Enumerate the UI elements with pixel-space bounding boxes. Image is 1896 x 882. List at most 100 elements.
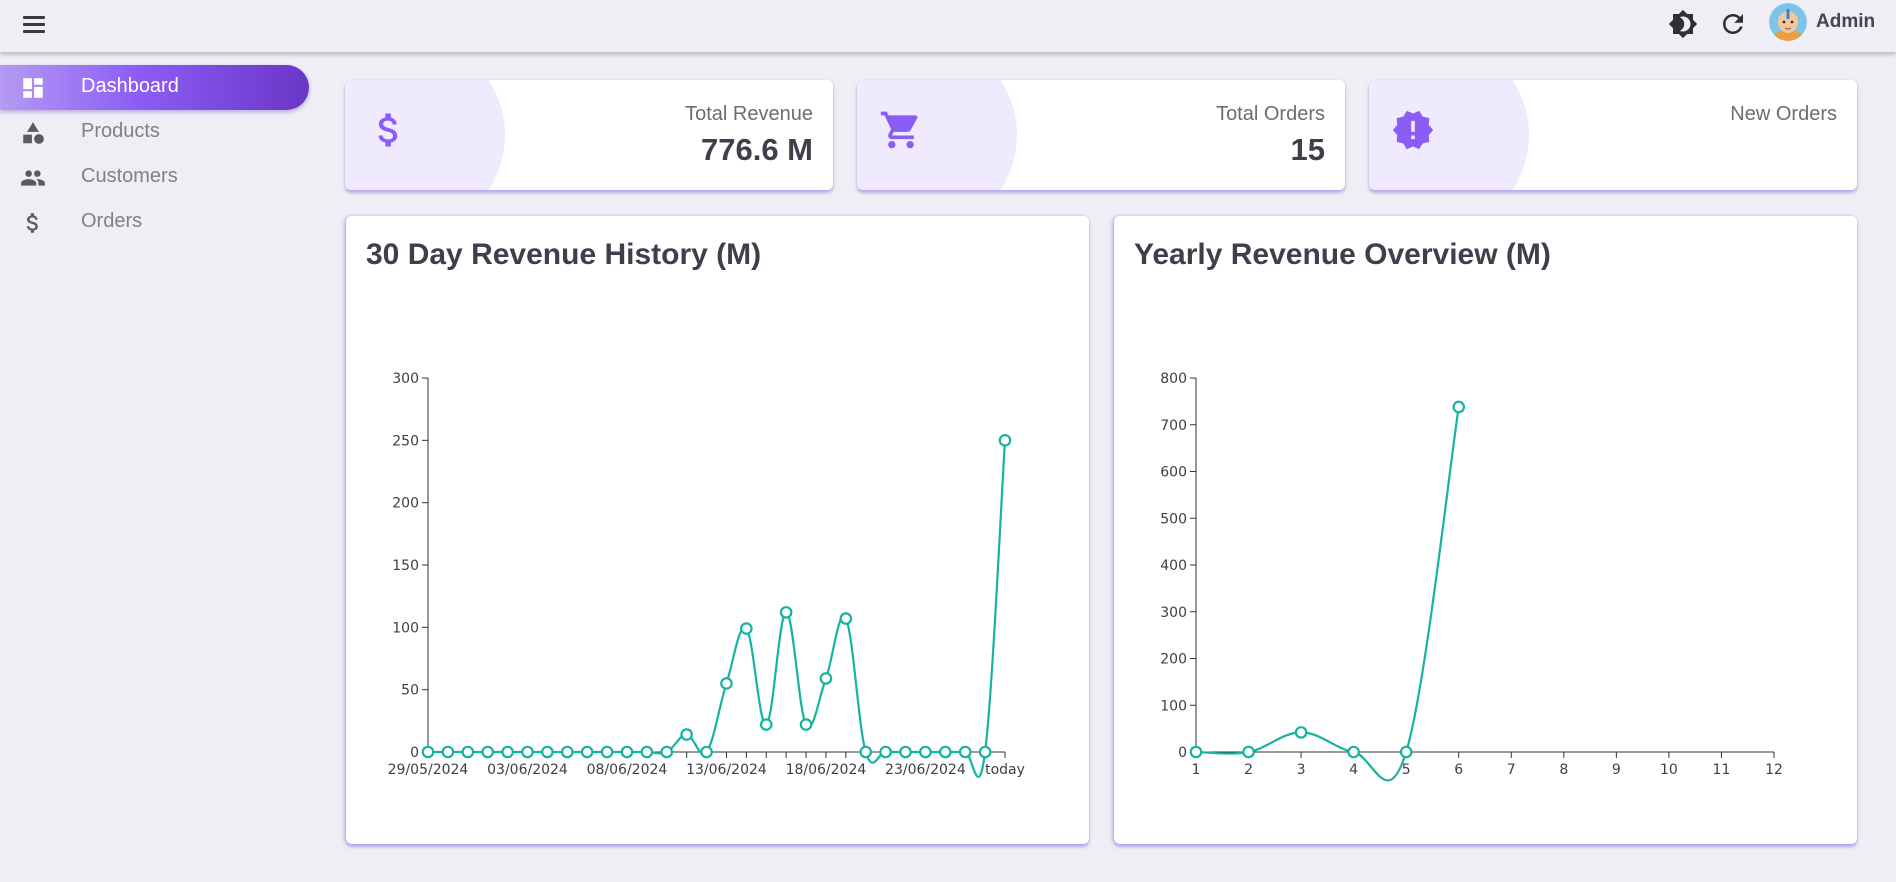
data-point [680,728,693,741]
stat-label: Total Orders [1216,103,1325,125]
stat-label: New Orders [1730,103,1837,125]
y-tick-label: 200 [1160,652,1187,668]
y-tick-label: 300 [1160,605,1187,621]
people-icon [21,170,45,186]
data-point [899,745,912,759]
x-tick-label: 1 [1192,762,1201,778]
x-tick-label: 10 [1660,762,1678,778]
data-point [1242,745,1255,759]
data-point [720,677,733,690]
shapes-icon [23,122,44,144]
data-point [700,745,713,759]
stat-value: 15 [1290,132,1325,167]
data-point [620,745,634,759]
data-point [799,718,813,731]
dashboard-icon [23,78,43,98]
y-tick-label: 200 [392,496,419,512]
x-tick-label: 03/06/2024 [487,762,568,778]
sidebar-item-label: Products [81,120,160,142]
y-tick-label: 150 [392,558,419,574]
y-tick-label: 0 [1178,745,1187,761]
data-point [859,745,873,759]
x-tick-label: 11 [1713,762,1731,778]
y-tick-label: 250 [392,433,419,449]
data-point [541,745,554,759]
y-tick-label: 400 [1160,558,1187,574]
sidebar-item-dashboard[interactable]: Dashboard [0,65,309,110]
data-point [461,745,475,759]
y-tick-label: 100 [1160,698,1187,714]
y-tick-label: 800 [1160,371,1187,387]
data-point [521,745,534,759]
x-tick-label: 6 [1454,762,1463,778]
avatar[interactable] [1769,3,1807,41]
y-tick-label: 600 [1160,465,1187,481]
sidebar-item-label: Customers [81,165,178,187]
y-tick-label: 50 [401,683,419,699]
dollar-icon [26,213,38,233]
data-point [1294,726,1308,739]
x-tick-label: 3 [1297,762,1306,778]
data-point [839,612,853,625]
stat-card-total-orders: Total Orders 15 [857,80,1345,190]
data-point [501,745,514,759]
x-tick-label: 5 [1402,762,1411,778]
sidebar-item-products[interactable]: Products [0,110,309,155]
sidebar-item-customers[interactable]: Customers [0,155,309,200]
y-tick-label: 700 [1160,418,1187,434]
data-point [939,745,952,759]
sidebar-item-label: Orders [81,210,143,232]
data-point [600,745,614,759]
x-tick-label: 23/06/2024 [885,762,966,778]
chart-card-30-day: 30 Day Revenue History (M) 0 50 100 150 200 2… [346,216,1089,844]
data-point [740,622,753,635]
data-point [1452,400,1466,414]
refresh-icon[interactable] [1718,9,1748,39]
data-point [660,745,674,759]
data-point [919,745,932,759]
data-point [759,718,773,731]
x-tick-label: 12 [1765,762,1783,778]
x-tick-label: 9 [1612,762,1621,778]
x-tick-label: today [985,762,1025,778]
x-tick-label: 7 [1507,762,1516,778]
data-point [481,745,494,759]
y-tick-label: 500 [1160,511,1187,527]
menu-icon[interactable] [20,12,48,36]
user-name[interactable]: Admin [1816,11,1875,33]
stat-label: Total Revenue [685,103,813,125]
data-point [978,745,992,759]
data-point [879,745,892,759]
stat-card-total-revenue: Total Revenue 776.6 M [345,80,833,190]
dollar-icon [378,113,398,147]
data-point [1347,745,1360,759]
alert-badge-icon [1392,110,1434,150]
theme-toggle-icon[interactable] [1668,9,1698,39]
series-line [428,440,1007,778]
stat-value: 776.6 M [700,132,813,167]
x-tick-label: 2 [1244,762,1253,778]
x-tick-label: 4 [1349,762,1358,778]
x-tick-label: 13/06/2024 [686,762,767,778]
x-tick-label: 08/06/2024 [587,762,668,778]
data-point [421,745,435,759]
sidebar-item-orders[interactable]: Orders [0,200,309,245]
data-point [819,672,833,685]
chart-card-yearly: Yearly Revenue Overview (M) 0 100 200 300 40… [1114,216,1857,844]
y-tick-label: 100 [392,620,419,636]
chart-yearly-revenue: 01002003004005006007008001 2 3 4 5 6 7 8 9 10 11 12 [1160,371,1783,782]
sidebar-item-label: Dashboard [81,75,179,97]
data-point [779,606,793,619]
data-point [958,745,972,759]
data-point [1399,745,1413,759]
x-tick-label: 8 [1559,762,1568,778]
top-bar: Admin [0,0,1896,52]
data-point [1189,745,1203,759]
data-point [580,745,594,759]
x-tick-label: 18/06/2024 [786,762,867,778]
data-point [441,745,455,759]
chart-30-day-revenue: 0 50 100 150 200 250 300 29/05/2024 03/06/2024 08… [388,371,1025,778]
x-tick-label: 29/05/2024 [388,762,469,778]
data-point [998,434,1012,447]
series-line [1195,406,1460,782]
